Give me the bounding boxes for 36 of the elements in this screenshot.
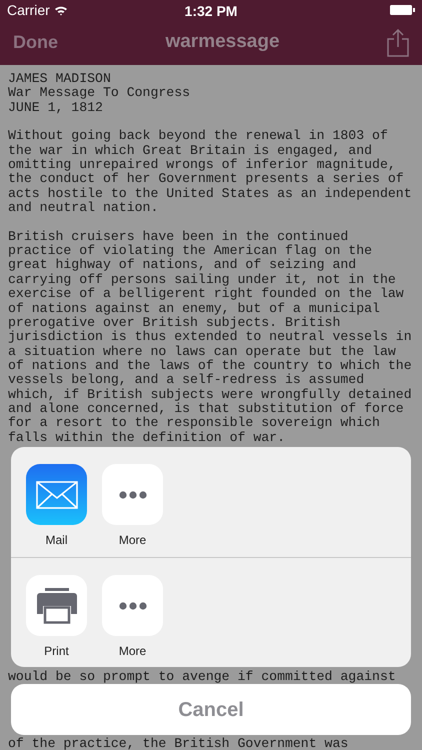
text-line: of nations against an enemy, but of a municipal [8,302,380,316]
text-line: omitting unrepaired wrongs of inferior magnitude, [8,158,396,172]
printer-icon [36,588,76,624]
text-line: a situation where no laws can operate but the law [8,344,396,359]
text-line: would be so prompt to avenge if committed against [8,670,396,684]
text-line: vessels belong, and a self-redress is assumed [8,373,364,388]
battery-icon [390,5,415,15]
envelope-icon [36,480,78,508]
carrier-label: Carrier [7,0,50,20]
text-line: the conduct of her Government presents a series of [8,172,404,187]
share-icon[interactable] [386,28,409,56]
text-line: of the practice, the British Government was [8,737,348,750]
text-line: the war in which Great Britain is engaged, and [8,144,372,158]
text-line: JAMES MADISON [8,72,111,86]
text-line: British cruisers have been in the continued [8,230,348,244]
nav-title: warmessage [165,30,280,54]
text-line: great highway of nations, and of seizing and [8,258,356,273]
wifi-icon [54,4,68,16]
text-line: jurisdiction is thus extended to neutral vessels in [8,330,412,345]
text-line: exercise of a belligerent right founded on the law [8,287,404,302]
time-label: 1:32 PM [184,2,238,21]
more-icon [118,602,146,610]
text-line: and alone concerned, is that substitution of force [8,402,404,416]
more-icon [118,490,146,498]
text-line: for a resort to the responsible sovereign which [8,416,380,431]
text-line: War Message To Congress [8,86,190,101]
text-line: carrying off persons sailing under it, not in the [8,272,396,288]
text-line: practice of violating the American flag on the [8,244,372,258]
text-line: of nations and the laws of the country to which the [8,358,412,374]
text-line: Without going back beyond the renewal in 1803 of [8,129,388,144]
text-line: JUNE 1, 1812 [8,100,103,116]
text-line: which, if British subjects were wrongfully detained [8,388,412,402]
text-line: and neutral nation. [8,201,158,216]
text-line: prerogative over British subjects. British [8,316,340,330]
text-line: falls within the definition of war. [8,430,285,445]
text-line: acts hostile to the United States as an independent [8,186,412,202]
